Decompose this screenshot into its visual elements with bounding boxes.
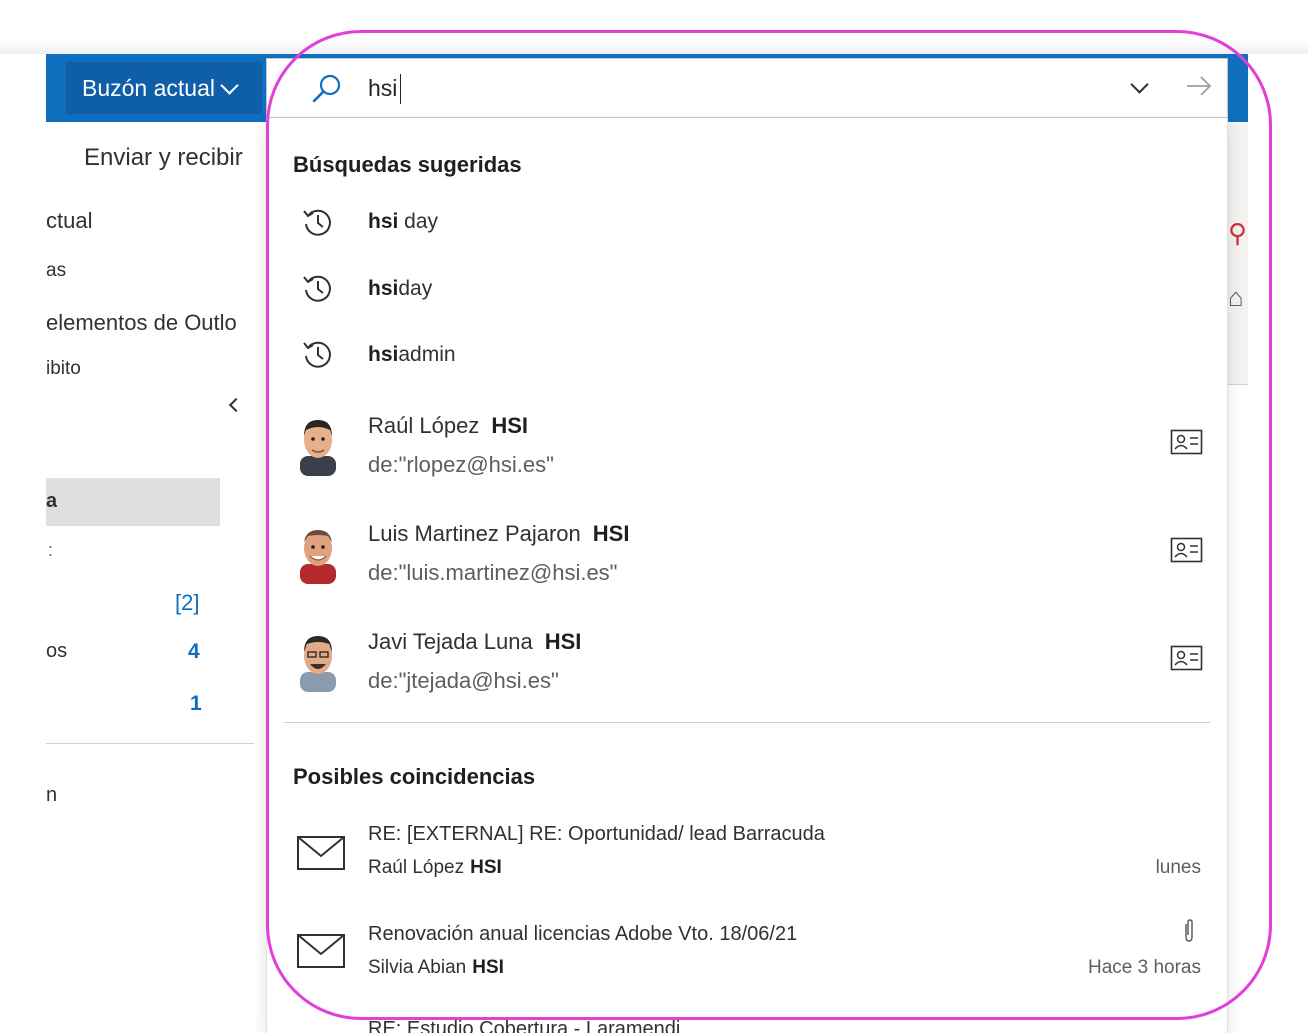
folder-count: [2] — [175, 590, 200, 615]
search-icon[interactable] — [310, 72, 344, 106]
search-scope-label: Buzón actual — [82, 74, 215, 101]
person-tag: HSI — [592, 521, 630, 546]
folder-item[interactable]: os — [46, 640, 67, 663]
suggestion-history-item[interactable]: hsiadmin — [368, 343, 456, 367]
folder-unread-count: 4 — [188, 640, 200, 663]
ribbon-icon[interactable]: ⌂ — [1228, 282, 1244, 313]
folder-divider — [46, 743, 254, 744]
folder-unread-count: 1 — [190, 692, 202, 715]
avatar — [300, 420, 336, 476]
suggested-searches-heading: Búsquedas sugeridas — [293, 152, 522, 177]
person-query: de:"luis.martinez@hsi.es" — [368, 560, 618, 585]
history-icon — [303, 275, 331, 302]
person-name: Luis Martinez Pajaron — [368, 521, 581, 546]
person-tag: HSI — [491, 413, 528, 438]
folder-item[interactable]: n — [46, 784, 57, 807]
search-scope-dropdown[interactable]: Buzón actual — [66, 62, 262, 114]
ribbon-scope-option[interactable]: elementos de Outlo — [46, 310, 237, 336]
mail-date: Hace 3 horas — [1087, 957, 1201, 978]
selected-folder-highlight[interactable] — [46, 478, 220, 526]
contact-card-icon[interactable] — [1170, 429, 1203, 455]
possible-matches-heading: Posibles coincidencias — [293, 764, 536, 789]
person-suggestion-name[interactable]: Javi Tejada Luna HSI — [368, 629, 581, 655]
suggestion-match: hsi — [368, 343, 399, 366]
suggestion-match: hsi — [368, 277, 399, 300]
sender-name: Raúl López — [368, 857, 465, 878]
section-divider — [284, 722, 1210, 723]
avatar — [300, 530, 336, 584]
send-receive-tab[interactable]: Enviar y recibir — [84, 144, 243, 172]
person-query: de:"jtejada@hsi.es" — [368, 668, 559, 693]
mail-icon — [297, 836, 345, 870]
avatar — [300, 636, 336, 692]
arrow-right-icon[interactable] — [1183, 70, 1215, 102]
chevron-down-icon — [220, 75, 239, 95]
folder-item[interactable]: a — [46, 490, 57, 513]
search-input[interactable] — [368, 68, 1068, 108]
window-top-edge — [0, 0, 1308, 54]
mail-date: lunes — [1155, 857, 1201, 878]
text-caret — [400, 74, 401, 104]
contact-card-icon[interactable] — [1170, 537, 1203, 563]
person-icon[interactable]: ⚲ — [1228, 218, 1247, 249]
person-suggestion-name[interactable]: Raúl López HSI — [368, 413, 528, 439]
person-suggestion-name[interactable]: Luis Martinez Pajaron HSI — [368, 521, 629, 547]
suggestion-history-item[interactable]: hsi day — [368, 210, 438, 234]
suggestion-rest: day — [398, 277, 433, 300]
sender-tag: HSI — [472, 957, 504, 978]
mail-subject[interactable]: Renovación anual licencias Adobe Vto. 18… — [368, 923, 797, 946]
mail-subject[interactable]: RE: Estudio Cobertura - Laramendi — [368, 1018, 680, 1033]
contact-card-icon[interactable] — [1170, 645, 1203, 671]
mail-sender: Raúl López HSI — [368, 857, 502, 879]
sender-tag: HSI — [470, 857, 502, 878]
ribbon-scope-option[interactable]: as — [46, 260, 66, 282]
suggestion-rest: admin — [398, 343, 456, 366]
person-name: Javi Tejada Luna — [368, 629, 533, 654]
history-icon — [303, 209, 331, 236]
ribbon-scope-option[interactable]: ibito — [46, 358, 81, 380]
suggestion-history-item[interactable]: hsiday — [368, 277, 432, 301]
mail-icon — [297, 934, 345, 968]
mail-sender: Silvia Abian HSI — [368, 957, 504, 979]
suggestion-match: hsi — [368, 210, 399, 233]
person-query: de:"rlopez@hsi.es" — [368, 452, 554, 477]
suggestion-rest: day — [398, 210, 439, 233]
mail-subject[interactable]: RE: [EXTERNAL] RE: Oportunidad/ lead Bar… — [368, 823, 825, 846]
person-tag: HSI — [544, 629, 582, 654]
folder-pane — [46, 122, 268, 1033]
ribbon-scope-option[interactable]: ctual — [46, 208, 92, 234]
person-name: Raúl López — [368, 413, 480, 438]
history-icon — [303, 341, 331, 368]
paperclip-icon — [1185, 919, 1193, 942]
folder-item[interactable]: : — [48, 540, 53, 561]
sender-name: Silvia Abian — [368, 957, 467, 978]
